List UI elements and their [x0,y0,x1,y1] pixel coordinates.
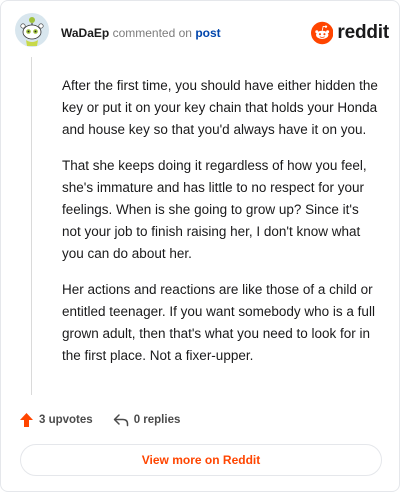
reply-button[interactable]: 0 replies [113,413,181,427]
commented-on-text: commented on [112,26,192,40]
username-link[interactable]: WaDaEp [61,26,109,40]
comment-paragraph: After the first time, you should have ei… [62,78,378,137]
post-link[interactable]: post [195,26,220,40]
comment-body: After the first time, you should have ei… [62,75,380,381]
comment-actions: 3 upvotes 0 replies [19,409,180,431]
comment-embed-card: WaDaEp commented on post reddit After th… [0,0,400,492]
comment-meta: WaDaEp commented on post [61,25,221,41]
upvote-count: 3 upvotes [39,414,93,426]
reply-arrow-icon [113,414,128,427]
upvote-button[interactable]: 3 upvotes [19,412,93,428]
comment-paragraph: Her actions and reactions are like those… [62,282,375,363]
avatar[interactable] [15,13,49,47]
comment-header: WaDaEp commented on post reddit [1,1,399,63]
reddit-logo-icon [311,21,334,45]
view-more-button[interactable]: View more on Reddit [20,444,382,476]
reply-count: 0 replies [133,414,181,426]
reddit-wordmark: reddit [337,22,389,43]
thread-line[interactable] [31,57,32,395]
reddit-brand[interactable]: reddit [311,20,389,46]
upvote-arrow-icon [20,413,33,427]
comment-paragraph: That she keeps doing it regardless of ho… [62,158,367,261]
